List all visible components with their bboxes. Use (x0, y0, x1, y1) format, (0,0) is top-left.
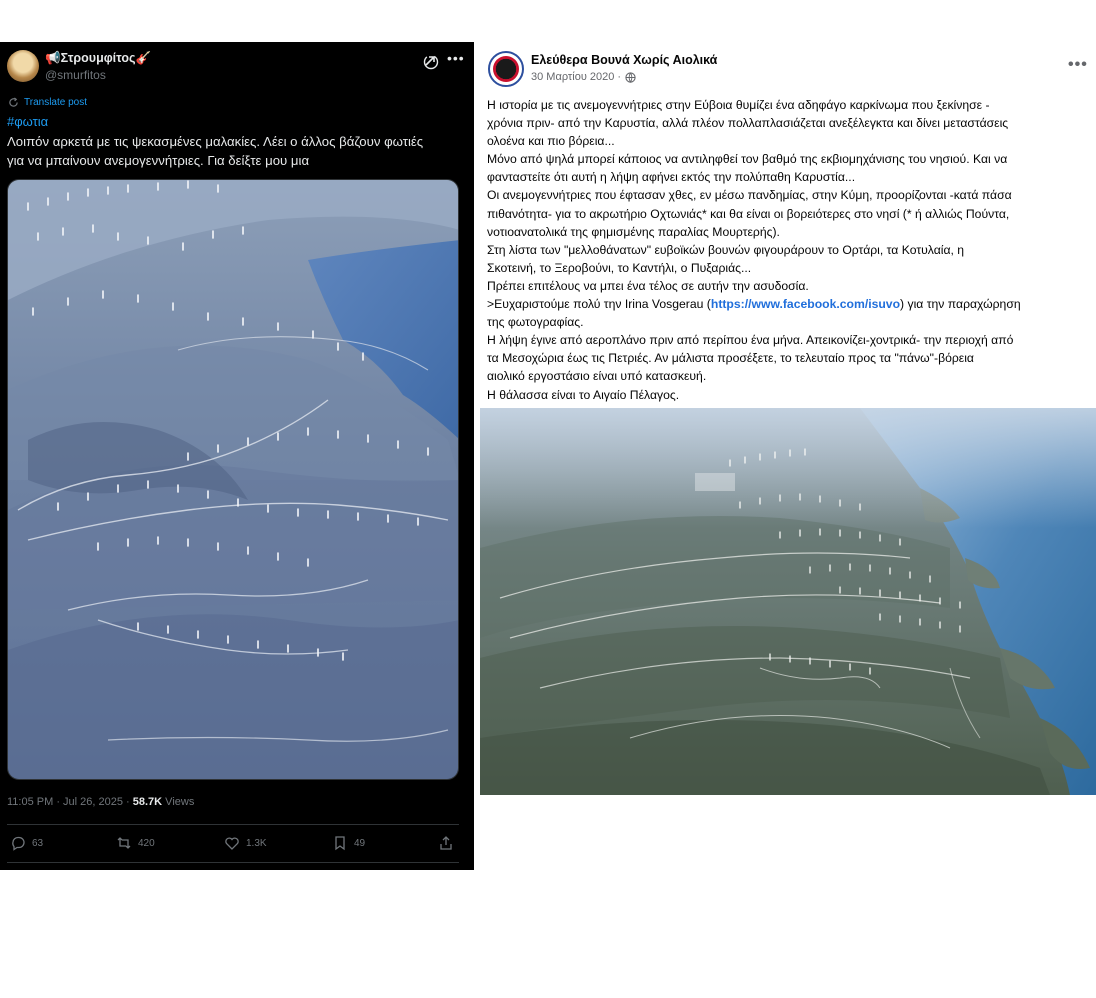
views-label: Views (162, 796, 195, 808)
post-line: τα Μεσοχώρια έως τις Πετριές. Αν μάλιστα… (487, 351, 974, 366)
post-text-line: Λοιπόν αρκετά με τις ψεκασμένες μαλακίες… (7, 134, 424, 149)
avatar[interactable] (7, 50, 39, 82)
post-line: της φωτογραφίας. (487, 315, 584, 330)
bookmark-icon (335, 836, 345, 851)
thanks-suffix: ) για την παραχώρηση (900, 297, 1021, 312)
more-horizontal-icon[interactable]: ••• (1068, 56, 1088, 74)
more-horizontal-icon[interactable]: ••• (447, 50, 465, 66)
post-line: Στη λίστα των "μελλοθάνατων" ευβοϊκών βο… (487, 242, 965, 257)
reply-button[interactable]: 63 (10, 835, 43, 851)
post-line: Οι ανεμογεννήτριες που έφτασαν χθες, εν … (487, 188, 1012, 203)
post-date-text[interactable]: 30 Μαρτίου 2020 · (531, 71, 621, 83)
post-metadata: 11:05 PM · Jul 26, 2025 · 58.7K Views (7, 796, 194, 808)
share-button[interactable] (438, 835, 454, 851)
post-line: ολοένα και πιο βόρεια... (487, 134, 615, 149)
post-date: 30 Μαρτίου 2020 · (531, 71, 636, 83)
like-count: 1.3K (246, 837, 267, 849)
post-line: >Ευχαριστούμε πολύ την Irina Vosgerau (h… (487, 295, 1091, 313)
post-timestamp[interactable]: 11:05 PM · Jul 26, 2025 · (7, 796, 133, 808)
post-line: Μόνο από ψηλά μπορεί κάποιος να αντιληφθ… (487, 152, 1008, 167)
post-line: Η ιστορία με τις ανεμογεννήτριες στην Εύ… (487, 98, 990, 112)
views-count: 58.7K (132, 796, 163, 808)
post-line: χρόνια πριν- από την Καρυστία, αλλά πλέο… (487, 116, 1009, 131)
repost-count: 420 (138, 837, 155, 849)
post-line: Η θάλασσα είναι το Αιγαίο Πέλαγος. (487, 387, 680, 402)
post-line: πιθανότητα- για το ακρωτήριο Οχτωνιάς* κ… (487, 206, 1010, 221)
grok-icon[interactable] (423, 54, 439, 70)
like-button[interactable]: 1.3K (224, 835, 267, 851)
aerial-photo-coastline-wind-farms (480, 408, 1096, 795)
heart-icon (225, 837, 239, 850)
bookmark-count: 49 (354, 837, 366, 849)
translate-post-button[interactable]: Translate post (8, 95, 87, 109)
bookmark-button[interactable]: 49 (332, 835, 365, 851)
page-name[interactable]: Ελεύθερα Βουνά Χωρίς Αιολικά (531, 53, 717, 67)
repost-icon (117, 837, 131, 849)
globe-icon (625, 71, 636, 83)
post-action-bar: 63 420 1.3K 49 (10, 835, 460, 853)
share-icon (440, 836, 452, 850)
reply-icon (12, 836, 25, 851)
page-avatar[interactable] (488, 51, 524, 87)
post-photo[interactable] (7, 179, 459, 780)
post-line: Σκοτεινή, το Ξεροβούνι, το Καντήλι, ο Πυ… (487, 260, 752, 275)
post-line: Η λήψη έγινε από αεροπλάνο πριν από περί… (487, 333, 1014, 348)
display-name[interactable]: 📢Στρουμφίτος🎸 (45, 51, 151, 66)
facebook-post-card: Ελεύθερα Βουνά Χωρίς Αιολικά 30 Μαρτίου … (480, 42, 1096, 798)
post-line: νοτιοανατολικά της φημισμένης παραλίας Μ… (487, 224, 780, 239)
hashtag-link[interactable]: #φωτια (7, 114, 48, 129)
x-post-card: 📢Στρουμφίτος🎸 @smurfitos ••• Translate p… (0, 42, 474, 870)
refresh-icon (9, 96, 18, 107)
post-line: φανταστείτε ότι αυτή η λήψη αφήνει εκτός… (487, 170, 856, 185)
aerial-photo-wind-turbines (8, 180, 458, 779)
wolf-logo-icon (493, 56, 519, 82)
x-post-header: 📢Στρουμφίτος🎸 @smurfitos ••• (7, 48, 467, 84)
post-line: Πρέπει επιτέλους να μπει ένα τέλος σε αυ… (487, 278, 809, 293)
post-body: Η ιστορία με τις ανεμογεννήτριες στην Εύ… (487, 96, 1091, 404)
post-text: Λοιπόν αρκετά με τις ψεκασμένες μαλακίες… (7, 132, 462, 170)
post-text-line: για να μπαίνουν ανεμογεννήτριες. Για δεί… (7, 153, 310, 168)
repost-button[interactable]: 420 (116, 835, 155, 851)
thanks-prefix: >Ευχαριστούμε πολύ την Irina Vosgerau ( (487, 297, 711, 312)
post-line: αιολικό εργοστάσιο είναι υπό κατασκευή. (487, 369, 707, 384)
translate-post-label: Translate post (24, 96, 87, 108)
divider (7, 824, 459, 825)
facebook-profile-link[interactable]: https://www.facebook.com/isuvo (711, 297, 900, 311)
reply-count: 63 (32, 837, 44, 849)
post-photo[interactable] (480, 408, 1096, 795)
divider (7, 862, 459, 863)
user-handle[interactable]: @smurfitos (45, 68, 106, 82)
